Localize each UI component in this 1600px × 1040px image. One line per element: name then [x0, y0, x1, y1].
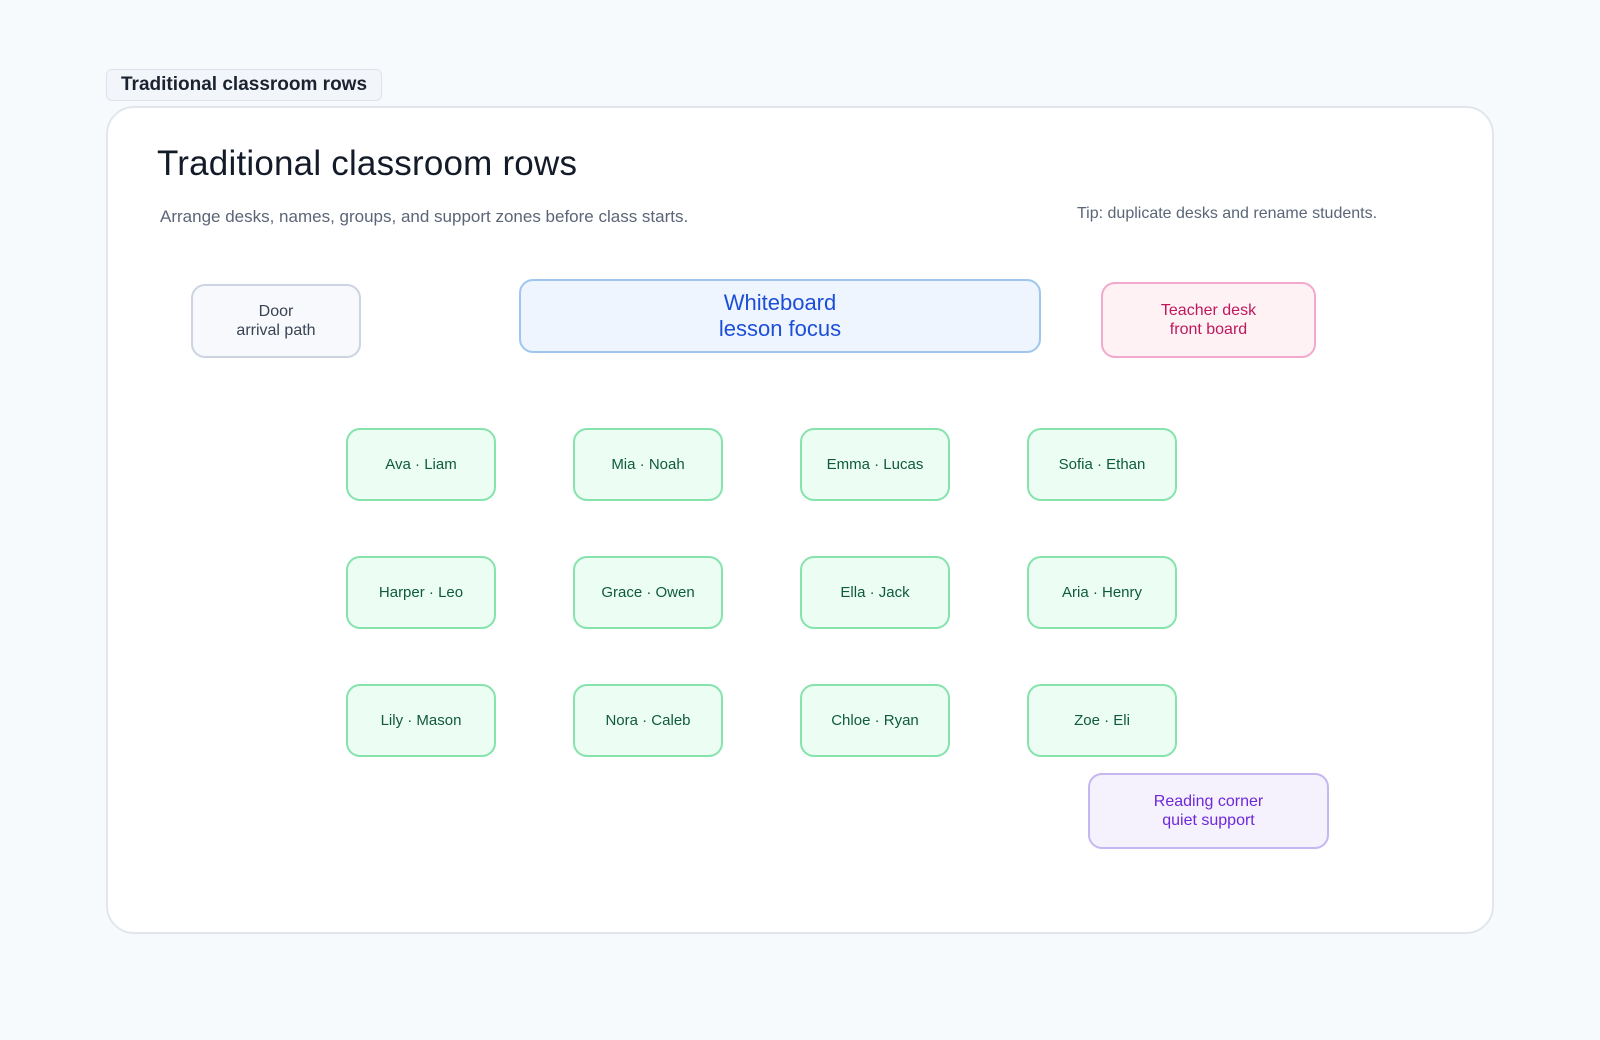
door-zone-subtitle: arrival path — [236, 322, 316, 339]
page-title: Traditional classroom rows — [157, 144, 578, 183]
student-desk[interactable]: Mia · Noah — [573, 428, 723, 501]
student-desk[interactable]: Harper · Leo — [346, 556, 496, 629]
reading-corner-title: Reading corner — [1153, 792, 1264, 810]
door-zone[interactable]: Door arrival path — [191, 284, 361, 358]
student-desk[interactable]: Emma · Lucas — [800, 428, 950, 501]
desk-grid: Ava · Liam Mia · Noah Emma · Lucas Sofia… — [346, 428, 1177, 758]
student-desk[interactable]: Ava · Liam — [346, 428, 496, 501]
student-desk[interactable]: Grace · Owen — [573, 556, 723, 629]
reading-corner-subtitle: quiet support — [1162, 812, 1255, 829]
student-desk[interactable]: Ella · Jack — [800, 556, 950, 629]
teacher-desk-subtitle: front board — [1169, 321, 1248, 338]
teacher-desk-zone[interactable]: Teacher desk front board — [1101, 282, 1316, 358]
whiteboard-zone-title: Whiteboard — [723, 289, 837, 315]
student-desk[interactable]: Aria · Henry — [1027, 556, 1177, 629]
teacher-desk-title: Teacher desk — [1160, 301, 1257, 319]
student-desk[interactable]: Nora · Caleb — [573, 684, 723, 757]
student-desk[interactable]: Lily · Mason — [346, 684, 496, 757]
student-desk[interactable]: Zoe · Eli — [1027, 684, 1177, 757]
student-desk[interactable]: Sofia · Ethan — [1027, 428, 1177, 501]
student-desk[interactable]: Chloe · Ryan — [800, 684, 950, 757]
frame-tab-label[interactable]: Traditional classroom rows — [106, 69, 383, 101]
door-zone-title: Door — [258, 302, 294, 320]
tip-text: Tip: duplicate desks and rename students… — [1077, 205, 1378, 222]
whiteboard-zone[interactable]: Whiteboard lesson focus — [519, 279, 1041, 353]
page-subtitle: Arrange desks, names, groups, and suppor… — [160, 207, 689, 226]
whiteboard-zone-subtitle: lesson focus — [718, 316, 842, 341]
reading-corner-zone[interactable]: Reading corner quiet support — [1088, 773, 1329, 849]
